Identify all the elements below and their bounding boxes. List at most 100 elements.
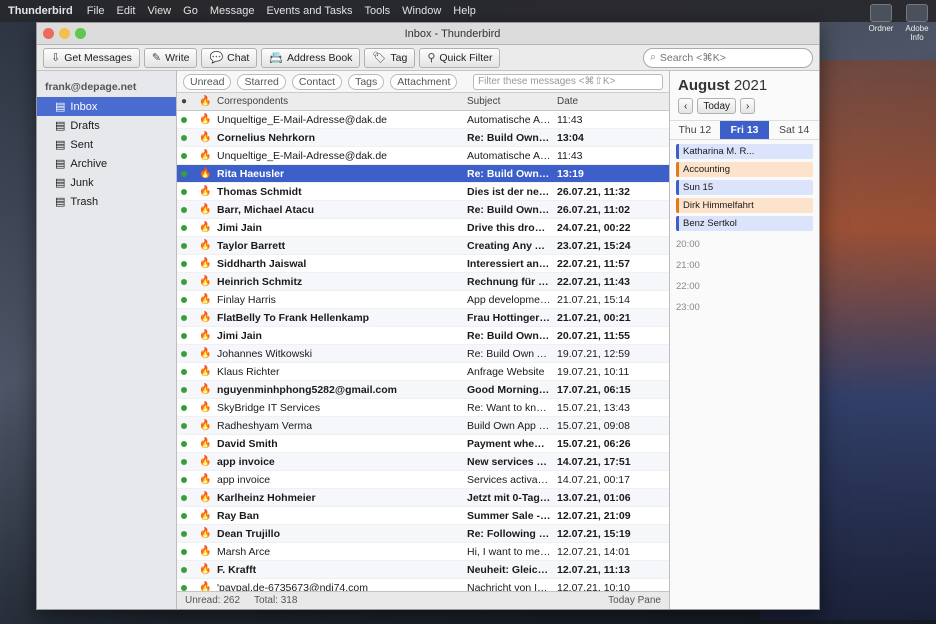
folder-item-drafts[interactable]: ▤ Drafts: [37, 116, 176, 135]
filter-contact-toggle[interactable]: Contact: [291, 73, 343, 90]
flame-icon[interactable]: 🔥: [199, 114, 217, 125]
flame-icon[interactable]: 🔥: [199, 132, 217, 143]
message-row[interactable]: 🔥 Cornelius Nehrkorn Re: Build Own App 13:0…: [177, 129, 669, 147]
flame-icon[interactable]: 🔥: [199, 294, 217, 305]
menubar-item[interactable]: Window: [402, 5, 441, 17]
zoom-window-button[interactable]: [75, 28, 86, 39]
read-status-icon[interactable]: [181, 402, 199, 414]
address-book-button[interactable]: 📇 Address Book: [261, 47, 361, 68]
subject-column-header[interactable]: Subject: [467, 96, 557, 107]
read-status-icon[interactable]: [181, 492, 199, 504]
read-status-icon[interactable]: [181, 114, 199, 126]
flame-icon[interactable]: 🔥: [199, 276, 217, 287]
message-row[interactable]: 🔥Radheshyam Verma Build Own App Proposal1…: [177, 417, 669, 435]
flame-icon[interactable]: 🔥: [199, 582, 217, 591]
flame-icon[interactable]: 🔥: [199, 330, 217, 341]
date-column-header[interactable]: Date: [557, 96, 669, 107]
read-status-icon[interactable]: [181, 294, 199, 306]
menubar-item[interactable]: Tools: [364, 5, 390, 17]
flame-icon[interactable]: 🔥: [199, 384, 217, 395]
message-row[interactable]: 🔥'paypal.de-6735673@ndi74.com Nachricht v…: [177, 579, 669, 591]
flame-icon[interactable]: 🔥: [199, 546, 217, 557]
correspondents-column-header[interactable]: Correspondents: [217, 96, 467, 107]
read-status-icon[interactable]: [181, 564, 199, 576]
menubar-app-name[interactable]: Thunderbird: [8, 5, 73, 17]
message-row[interactable]: 🔥Barr, Michael Atacu Re: Build Own App?26…: [177, 201, 669, 219]
read-status-icon[interactable]: [181, 258, 199, 270]
read-status-icon[interactable]: [181, 348, 199, 360]
calendar-today-button[interactable]: Today: [697, 98, 737, 114]
flame-icon[interactable]: 🔥: [199, 366, 217, 377]
read-status-icon[interactable]: [181, 312, 199, 324]
message-row[interactable]: 🔥SkyBridge IT Services Re: Want to know a…: [177, 399, 669, 417]
flame-icon[interactable]: 🔥: [199, 564, 217, 575]
read-status-icon[interactable]: [181, 330, 199, 342]
read-status-icon[interactable]: [181, 186, 199, 198]
global-search-box[interactable]: ⌕: [643, 47, 813, 68]
today-pane-toggle[interactable]: Today Pane: [608, 595, 661, 606]
message-row[interactable]: 🔥Dean Trujillo Re: Following up on our ch…: [177, 525, 669, 543]
message-row[interactable]: 🔥 FlatBelly To Frank Hellenkamp Frau Hotti…: [177, 309, 669, 327]
flame-icon[interactable]: 🔥: [199, 492, 217, 503]
flame-icon[interactable]: 🔥: [199, 240, 217, 251]
tag-button[interactable]: 🏷 Tag: [364, 47, 416, 68]
chat-button[interactable]: 💬 Chat: [201, 47, 258, 68]
read-status-icon[interactable]: [181, 474, 199, 486]
calendar-event[interactable]: Accounting: [676, 162, 813, 177]
flame-icon[interactable]: 🔥: [199, 474, 217, 485]
write-button[interactable]: ✎ Write: [143, 47, 198, 68]
folder-item-junk[interactable]: ▤ Junk: [37, 173, 176, 192]
message-row[interactable]: 🔥 Unqueltige_E-Mail-Adresse@dak.de Automat…: [177, 147, 669, 165]
message-row[interactable]: 🔥 Klaus Richter Anfrage Website 19.07.21, 1…: [177, 363, 669, 381]
message-row[interactable]: 🔥Rita Haeusler Re: Build Own App Proposal…: [177, 165, 669, 183]
menubar-item[interactable]: Edit: [117, 5, 136, 17]
message-row[interactable]: 🔥app invoice Services activated for jonas…: [177, 471, 669, 489]
folder-item-inbox[interactable]: ▤ Inbox: [37, 97, 176, 116]
message-row[interactable]: 🔥Karlheinz Hohmeier Jetzt mit 0-Tagesgeld…: [177, 489, 669, 507]
flame-icon[interactable]: 🔥: [199, 204, 217, 215]
filter-tags-toggle[interactable]: Tags: [348, 73, 385, 90]
flame-icon[interactable]: 🔥: [199, 456, 217, 467]
menubar-item[interactable]: Go: [183, 5, 198, 17]
message-row[interactable]: 🔥Jimi Jain Re: Build Own App ?20.07.21, 1…: [177, 327, 669, 345]
flame-icon[interactable]: 🔥: [199, 150, 217, 161]
read-status-icon[interactable]: [181, 510, 199, 522]
calendar-event[interactable]: Sun 15: [676, 180, 813, 195]
message-row[interactable]: 🔥Marsh Arce Hi, I want to mention...12.07…: [177, 543, 669, 561]
menubar-item[interactable]: View: [147, 5, 171, 17]
read-column-icon[interactable]: ●: [181, 96, 199, 107]
flame-icon[interactable]: 🔥: [199, 258, 217, 269]
desktop-folder-icon[interactable]: Adobe Info: [904, 4, 930, 42]
read-status-icon[interactable]: [181, 528, 199, 540]
folder-item-archive[interactable]: ▤ Archive: [37, 154, 176, 173]
calendar-day[interactable]: Fri 13: [719, 121, 770, 139]
read-status-icon[interactable]: [181, 384, 199, 396]
flame-icon[interactable]: 🔥: [199, 186, 217, 197]
minimize-window-button[interactable]: [59, 28, 70, 39]
calendar-event[interactable]: Dirk Himmelfahrt: [676, 198, 813, 213]
message-row[interactable]: 🔥app invoice New services and packages ac…: [177, 453, 669, 471]
message-row[interactable]: 🔥 Unqueltige_E-Mail-Adresse@dak.de Automat…: [177, 111, 669, 129]
flame-icon[interactable]: 🔥: [199, 402, 217, 413]
read-status-icon[interactable]: [181, 366, 199, 378]
flame-icon[interactable]: 🔥: [199, 510, 217, 521]
folder-item-sent[interactable]: ▤ Sent: [37, 135, 176, 154]
calendar-next-button[interactable]: ›: [740, 98, 756, 114]
read-status-icon[interactable]: [181, 456, 199, 468]
read-status-icon[interactable]: [181, 546, 199, 558]
flame-icon[interactable]: 🔥: [199, 222, 217, 233]
get-messages-button[interactable]: ⇩ Get Messages: [43, 47, 140, 68]
menubar-item[interactable]: File: [87, 5, 105, 17]
account-name[interactable]: frank@depage.net: [37, 77, 176, 97]
message-row[interactable]: 🔥 Taylor Barrett Creating Any App ? 23.07.2…: [177, 237, 669, 255]
message-row[interactable]: 🔥Thomas Schmidt Dies ist der neue Newslet…: [177, 183, 669, 201]
flame-icon[interactable]: 🔥: [199, 168, 217, 179]
search-input[interactable]: [659, 51, 800, 64]
flame-icon[interactable]: 🔥: [199, 312, 217, 323]
read-status-icon[interactable]: [181, 240, 199, 252]
calendar-day[interactable]: Sat 14: [769, 121, 819, 139]
menubar-item[interactable]: Help: [453, 5, 476, 17]
message-row[interactable]: 🔥Jimi Jain Drive this drone in our Wareho…: [177, 219, 669, 237]
read-status-icon[interactable]: [181, 582, 199, 592]
filter-starred-toggle[interactable]: Starred: [237, 73, 286, 90]
